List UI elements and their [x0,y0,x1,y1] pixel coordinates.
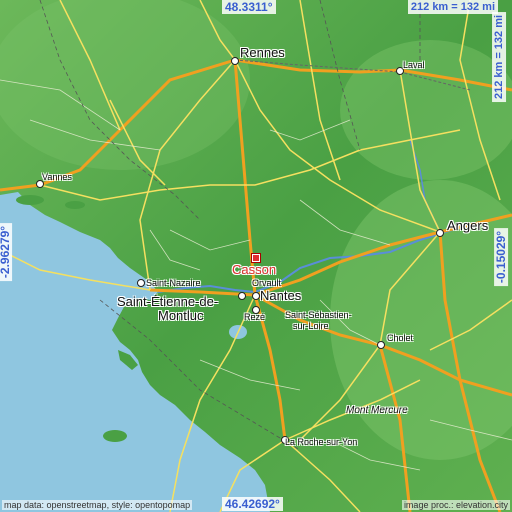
coord-left-label: -2.96279° [0,222,13,282]
coord-bottom-label: 46.42692° [222,497,283,511]
place-label-mont-mercure: Mont Mercure [346,405,408,416]
place-label-rennes: Rennes [240,45,285,60]
coord-right-label: -0.15029° [493,227,508,287]
place-label-saint-etienne-1: Saint-Étienne-de- [117,294,219,309]
scale-right-label: 212 km = 132 mi [491,11,506,103]
scale-top-label: 212 km = 132 mi [407,0,498,14]
saint-etienne-marker [238,292,246,300]
place-label-casson[interactable]: Casson [232,262,276,277]
place-label-vannes: Vannes [42,172,72,182]
rennes-marker [231,57,239,65]
island [65,201,85,209]
place-label-nantes: Nantes [260,288,302,303]
place-label-saint-etienne-2: Montluc [158,308,204,323]
island [16,195,44,205]
angers-marker [436,229,444,237]
attribution-right: image proc.: elevation.city [401,500,510,510]
nantes-marker [252,292,260,300]
place-label-saint-nazaire: Saint-Nazaire [146,278,201,288]
place-label-orvault: Orvault [252,278,282,288]
place-label-laval: Laval [403,60,425,70]
attribution-left: map data: openstreetmap, style: opentopo… [2,500,193,510]
cholet-marker [377,341,385,349]
place-label-saint-sebastien-1: Saint-Sébastien- [285,310,352,320]
place-label-la-roche: La Roche-sur-Yon [285,437,358,447]
casson-marker[interactable] [251,253,261,263]
island [103,430,127,442]
coord-top-label: 48.3311° [222,0,276,14]
place-label-reze: Rezé [244,312,266,322]
place-label-saint-sebastien-2: sur-Loire [293,321,329,331]
place-label-cholet: Cholet [387,333,414,343]
place-label-angers: Angers [447,218,489,233]
saint-nazaire-marker [137,279,145,287]
